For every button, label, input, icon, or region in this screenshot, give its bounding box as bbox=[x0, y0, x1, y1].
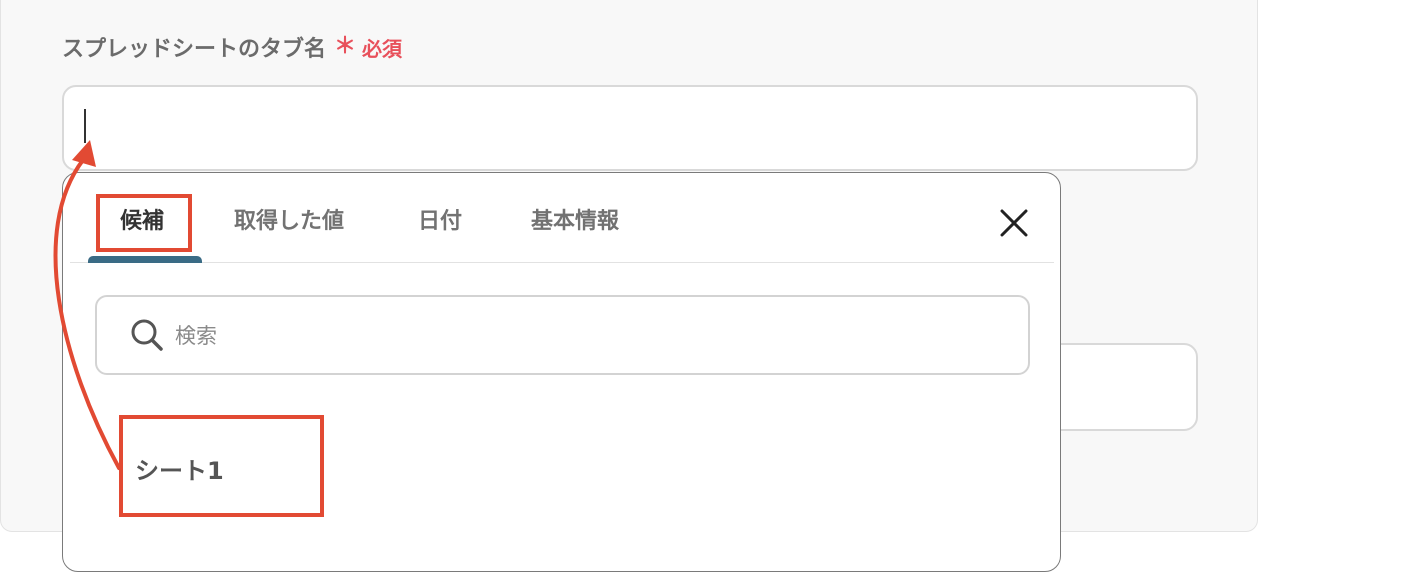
required-indicator: ＊ 必須 bbox=[334, 33, 402, 62]
close-button[interactable] bbox=[997, 206, 1031, 240]
tab-basic-info[interactable]: 基本情報 bbox=[531, 203, 619, 235]
text-caret bbox=[84, 109, 86, 143]
search-box[interactable] bbox=[95, 295, 1030, 375]
search-icon bbox=[131, 319, 163, 351]
active-tab-indicator bbox=[88, 256, 202, 263]
tab-retrieved-values[interactable]: 取得した値 bbox=[234, 203, 344, 235]
field-label: スプレッドシートのタブ名 ＊ 必須 bbox=[62, 32, 402, 63]
highlight-box-option bbox=[119, 415, 324, 517]
required-mark: ＊ bbox=[334, 34, 357, 59]
highlight-box-tab bbox=[96, 194, 192, 252]
tab-name-input[interactable] bbox=[62, 85, 1198, 171]
field-label-text: スプレッドシートのタブ名 bbox=[62, 37, 327, 62]
picker-tabs: 候補 取得した値 日付 基本情報 bbox=[70, 173, 1054, 263]
required-text: 必須 bbox=[362, 36, 403, 61]
close-icon bbox=[1000, 209, 1028, 237]
search-input[interactable] bbox=[173, 311, 997, 361]
tab-date[interactable]: 日付 bbox=[418, 203, 462, 235]
